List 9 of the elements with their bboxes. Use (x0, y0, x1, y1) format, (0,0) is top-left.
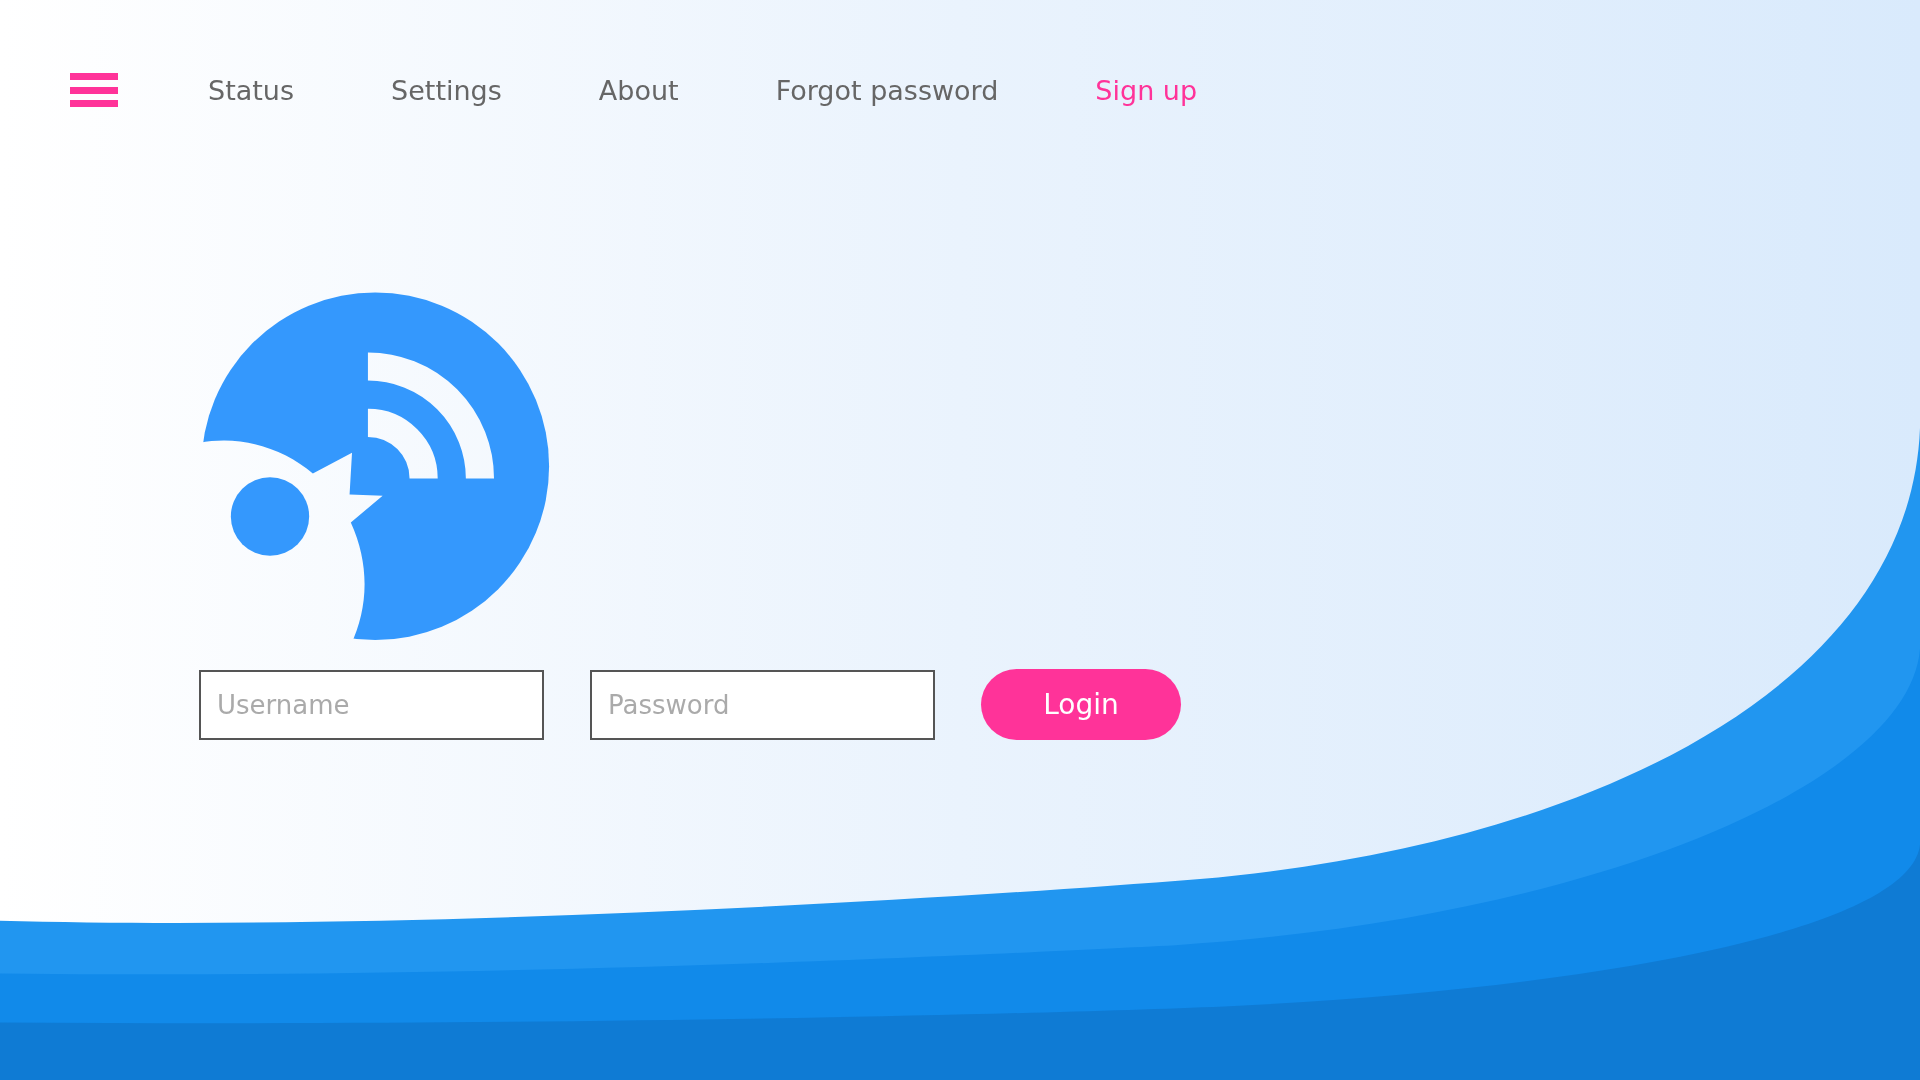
menu-icon[interactable] (70, 73, 118, 107)
username-field[interactable]: Username (199, 669, 544, 740)
login-button[interactable]: Login (981, 669, 1181, 740)
nav-link[interactable]: Status (208, 74, 295, 106)
nav-link[interactable]: About (598, 74, 679, 106)
nav-link[interactable]: Forgot password (775, 74, 999, 106)
nav-link[interactable]: Sign up (1095, 74, 1198, 106)
password-field[interactable]: Password (590, 669, 935, 740)
nav-link[interactable]: Settings (391, 74, 502, 106)
